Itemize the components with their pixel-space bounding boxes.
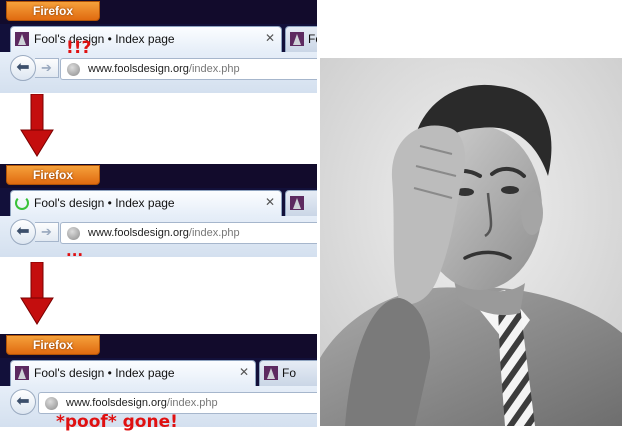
url-text: www.foolsdesign.org/index.php [88,227,240,239]
back-arrow-icon[interactable]: ⬅ [10,55,36,81]
firefox-menu-button[interactable]: Firefox [6,165,100,185]
tab-strip: Fool's design • Index page ✕ Fo [0,24,317,52]
tab-second[interactable]: Fo [259,360,317,386]
firefox-menu-button[interactable]: Firefox [6,335,100,355]
tab-second[interactable] [285,190,317,216]
back-arrow-icon[interactable]: ⬅ [10,219,36,245]
close-icon[interactable]: ✕ [265,195,275,209]
tab-fools-design[interactable]: Fool's design • Index page ✕ [10,26,282,52]
tab-fools-design[interactable]: Fool's design • Index page ✕ [10,190,282,216]
browser-panel-loading: Firefox Fool's design • Index page ✕ ➔ ⬅… [0,164,317,257]
annotation-confused: !!? [66,38,92,58]
forward-arrow-icon[interactable]: ➔ [35,222,59,242]
browser-panel-before: Firefox Fool's design • Index page ✕ Fo … [0,0,317,93]
back-arrow-icon[interactable]: ⬅ [10,389,36,415]
tab-title: Fool's design • Index page [34,32,175,46]
loading-spinner-icon [15,196,29,210]
forward-arrow-icon[interactable]: ➔ [35,58,59,78]
tab-title: Fool's design • Index page [34,366,175,380]
tab-title: Fo [282,366,297,380]
annotation-poof-gone: *poof* gone! [56,412,178,432]
firefox-menu-button[interactable]: Firefox [6,1,100,21]
site-favicon-icon [15,32,29,46]
annotation-waiting: ... [66,242,84,260]
site-favicon-icon [290,32,304,46]
navigation-toolbar: ➔ ⬅ www.foolsdesign.org/index.php [0,52,317,93]
site-favicon-icon [290,196,304,210]
tab-second[interactable]: Fo [285,26,317,52]
close-icon[interactable]: ✕ [265,31,275,45]
close-icon[interactable]: ✕ [239,365,249,379]
address-bar[interactable]: www.foolsdesign.org/index.php [38,392,317,414]
tab-title: Fool's design • Index page [34,196,175,210]
tab-strip: Fool's design • Index page ✕ [0,188,317,216]
address-bar[interactable]: www.foolsdesign.org/index.php [60,58,317,80]
down-arrow-icon [20,94,54,157]
globe-icon [67,63,80,76]
url-text: www.foolsdesign.org/index.php [66,397,218,409]
address-bar[interactable]: www.foolsdesign.org/index.php [60,222,317,244]
globe-icon [67,227,80,240]
tab-title: Fo [308,32,317,46]
globe-icon [45,397,58,410]
site-favicon-icon [15,366,29,380]
frustrated-man-photo [320,58,622,426]
url-text: www.foolsdesign.org/index.php [88,63,240,75]
tab-strip: Fool's design • Index page ✕ Fo [0,358,317,386]
navigation-toolbar: ➔ ⬅ www.foolsdesign.org/index.php [0,216,317,257]
site-favicon-icon [264,366,278,380]
down-arrow-icon [20,262,54,325]
tab-fools-design[interactable]: Fool's design • Index page ✕ [10,360,256,386]
